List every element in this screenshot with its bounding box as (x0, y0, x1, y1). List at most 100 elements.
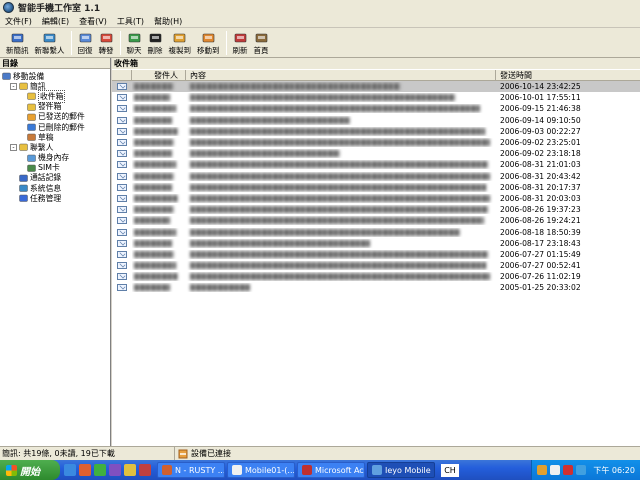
message-row[interactable]: 2005-01-25 20:33:02 (112, 282, 640, 293)
message-time: 2006-08-18 18:50:39 (500, 227, 581, 237)
message-sender (132, 250, 186, 259)
message-content (186, 194, 496, 203)
taskbar-window-button[interactable]: Ieyo Mobile ... (367, 462, 435, 478)
taskbar-window-button[interactable]: Mobile01-(... (227, 462, 295, 478)
refresh-button[interactable]: 刷新 (230, 28, 251, 56)
column-time[interactable]: 發送時間 (496, 70, 640, 80)
forward-button[interactable]: 轉發 (96, 28, 117, 56)
reply-button[interactable]: 回復 (75, 28, 96, 56)
tree-item-task-manager[interactable]: 任務管理 (2, 193, 110, 203)
message-row[interactable]: 2006-10-14 23:42:25 (112, 81, 640, 93)
tree-item-deleted[interactable]: 已刪除的郵件 (2, 122, 110, 132)
tray-app-icon[interactable] (576, 465, 587, 475)
ie-icon[interactable] (64, 464, 76, 476)
message-row[interactable]: 2006-07-26 11:02:19 (112, 271, 640, 282)
tray-network-icon[interactable] (537, 465, 548, 475)
message-content (186, 205, 496, 214)
message-row[interactable]: 2006-08-17 23:18:43 (112, 238, 640, 249)
message-time: 2005-01-25 20:33:02 (500, 283, 581, 293)
toolbar: 新簡訊 新聯繫人 回復 轉發 聊天 刪除 複製到 移動到 刷新 首頁 (0, 28, 640, 58)
column-sender[interactable]: 發件人 (132, 70, 186, 80)
message-row[interactable]: 2006-08-26 19:24:21 (112, 215, 640, 226)
message-sender (132, 116, 186, 125)
message-time: 2006-09-14 09:10:50 (500, 115, 581, 125)
message-row[interactable]: 2006-08-31 20:17:37 (112, 182, 640, 193)
message-row[interactable]: 2006-09-02 23:25:01 (112, 137, 640, 148)
sent-icon (27, 113, 36, 121)
message-row[interactable]: 2006-09-02 23:18:18 (112, 148, 640, 159)
message-icon (112, 105, 132, 113)
collapse-icon[interactable]: - (10, 143, 17, 151)
collapse-icon[interactable]: - (10, 82, 17, 90)
tree-item-drafts[interactable]: 草稿 (2, 132, 110, 142)
menu-help[interactable]: 幫助(H) (149, 15, 187, 28)
taskbar-window-button[interactable]: Microsoft Ac... (297, 462, 365, 478)
language-indicator[interactable]: CH (441, 463, 459, 477)
tree-item-phone-memory[interactable]: 機身內存 (2, 153, 110, 163)
message-row[interactable]: 2006-08-31 20:43:42 (112, 171, 640, 182)
connection-status-text: 設備已連接 (191, 449, 231, 458)
message-content (186, 228, 496, 237)
menu-file[interactable]: 文件(F) (0, 15, 37, 28)
message-row[interactable]: 2006-08-26 19:37:23 (112, 204, 640, 215)
message-time: 2006-08-26 19:24:21 (500, 216, 581, 226)
tree-item-sim-card[interactable]: SIM卡 (2, 163, 110, 173)
home-button[interactable]: 首頁 (251, 28, 272, 56)
message-row[interactable]: 2006-08-31 20:03:03 (112, 193, 640, 204)
message-row[interactable]: 2006-09-14 09:10:50 (112, 115, 640, 126)
message-time: 2006-09-02 23:25:01 (500, 138, 581, 148)
message-content (186, 283, 496, 292)
message-icon (112, 172, 132, 180)
menu-view[interactable]: 查看(V) (74, 15, 112, 28)
message-row[interactable]: 2006-07-27 00:52:41 (112, 260, 640, 271)
directory-tree: 移動設備 - 簡訊 收件箱 發件箱 已發送的郵件 已刪除的郵件 草稿 - 聯繫人 機身內存 SIM卡通… (0, 69, 110, 203)
tree-item-inbox[interactable]: 收件箱 (2, 89, 110, 103)
chat-button[interactable]: 聊天 (124, 28, 145, 56)
messenger-icon[interactable] (94, 464, 106, 476)
message-row[interactable]: 2006-07-27 01:15:49 (112, 249, 640, 260)
message-row[interactable]: 2006-08-18 18:50:39 (112, 226, 640, 237)
message-icon (112, 206, 132, 214)
tree-item-contacts-folder[interactable]: - 聯繫人 (2, 142, 110, 152)
tray-volume-icon[interactable] (550, 465, 561, 475)
new-contact-icon (43, 31, 57, 44)
start-button[interactable]: 開始 (0, 460, 60, 480)
message-row[interactable]: 2006-10-01 17:55:11 (112, 92, 640, 103)
delete-button[interactable]: 刪除 (145, 28, 166, 56)
tree-item-mobile-device[interactable]: 移動設備 (2, 71, 110, 81)
message-icon (112, 228, 132, 236)
app-shortcut-icon[interactable] (139, 464, 151, 476)
show-desktop-icon[interactable] (109, 464, 121, 476)
toolbar-label: 回復 (77, 46, 93, 55)
chat-icon (127, 31, 141, 44)
media-player-icon[interactable] (79, 464, 91, 476)
message-time: 2006-07-26 11:02:19 (500, 272, 581, 282)
tree-item-sent[interactable]: 已發送的郵件 (2, 112, 110, 122)
new-sms-button[interactable]: 新簡訊 (3, 28, 32, 56)
new-contact-button[interactable]: 新聯繫人 (32, 28, 68, 56)
column-content[interactable]: 內容 (186, 70, 496, 80)
message-icon (112, 239, 132, 247)
menu-edit[interactable]: 編輯(E) (37, 15, 74, 28)
clock[interactable]: 下午 06:20 (593, 465, 635, 476)
tree-item-outbox[interactable]: 發件箱 (2, 102, 110, 112)
outlook-icon[interactable] (124, 464, 136, 476)
message-row[interactable]: 2006-09-15 21:46:38 (112, 103, 640, 114)
message-row[interactable]: 2006-09-03 00:22:27 (112, 126, 640, 137)
refresh-icon (233, 31, 247, 44)
menu-tools[interactable]: 工具(T) (112, 15, 149, 28)
tray-security-icon[interactable] (563, 465, 574, 475)
message-row[interactable]: 2006-08-31 21:01:03 (112, 159, 640, 170)
message-time: 2006-09-02 23:18:18 (500, 149, 581, 159)
taskbar-window-button[interactable]: N - RUSTY ... (157, 462, 225, 478)
message-sender (132, 104, 186, 113)
tree-item-system-info[interactable]: 系統信息 (2, 183, 110, 193)
toolbar-label: 移動到 (197, 46, 220, 55)
message-content (186, 116, 496, 125)
message-sender (132, 194, 186, 203)
tree-item-call-log[interactable]: 通話記錄 (2, 173, 110, 183)
copy-to-button[interactable]: 複製到 (166, 28, 195, 56)
message-time: 2006-09-15 21:46:38 (500, 104, 581, 114)
drafts-icon (27, 133, 36, 141)
move-to-button[interactable]: 移動到 (194, 28, 223, 56)
